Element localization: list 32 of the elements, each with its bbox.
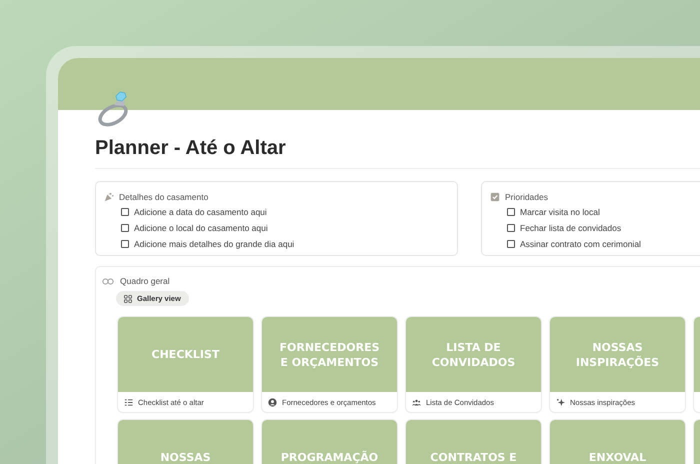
- todo-checkbox[interactable]: [121, 208, 129, 216]
- card-cover-title: CHECKLIST: [152, 347, 220, 362]
- person-icon: [268, 398, 277, 406]
- card-cover-title: CONTRATOS E: [430, 450, 517, 464]
- sparkle-icon: [556, 398, 565, 406]
- grid-icon: [124, 294, 132, 302]
- todo-checkbox[interactable]: [121, 240, 129, 248]
- todo-label: Adicione mais detalhes do grande dia aqui: [134, 239, 294, 249]
- callout-title: Prioridades: [505, 192, 548, 202]
- checklist-icon: [124, 398, 133, 406]
- card-cover-title: NOSSAS: [160, 450, 211, 464]
- callout-title: Detalhes do casamento: [119, 192, 208, 202]
- page-title: Planner - Até o Altar: [95, 136, 287, 160]
- todo-label: Adicione o local do casamento aqui: [134, 223, 268, 233]
- card-cover-title: FORNECEDORES E ORÇAMENTOS: [278, 340, 381, 370]
- gallery-title: Quadro geral: [120, 276, 170, 286]
- todo-checkbox[interactable]: [507, 224, 515, 232]
- card-cover-title: NOSSAS INSPIRAÇÕES: [574, 340, 660, 370]
- todo-checkbox[interactable]: [507, 208, 515, 216]
- party-popper-icon: [104, 192, 114, 202]
- todo-checkbox[interactable]: [121, 224, 129, 232]
- card-cover-title: ENXOVAL: [588, 450, 646, 464]
- todo-label: Marcar visita no local: [520, 207, 600, 217]
- todo-checkbox[interactable]: [507, 240, 515, 248]
- todo-label: Assinar contrato com cerimonial: [520, 239, 641, 249]
- people-icon: [412, 398, 421, 406]
- card-cover-title: PROGRAMAÇÃO: [280, 450, 378, 464]
- checked-box-icon: [490, 192, 500, 202]
- todo-label: Fechar lista de convidados: [520, 223, 622, 233]
- infinity-icon: [102, 278, 114, 284]
- todo-label: Adicione a data do casamento aqui: [134, 207, 267, 217]
- card-cover-title: LISTA DE CONVIDADOS: [430, 340, 516, 370]
